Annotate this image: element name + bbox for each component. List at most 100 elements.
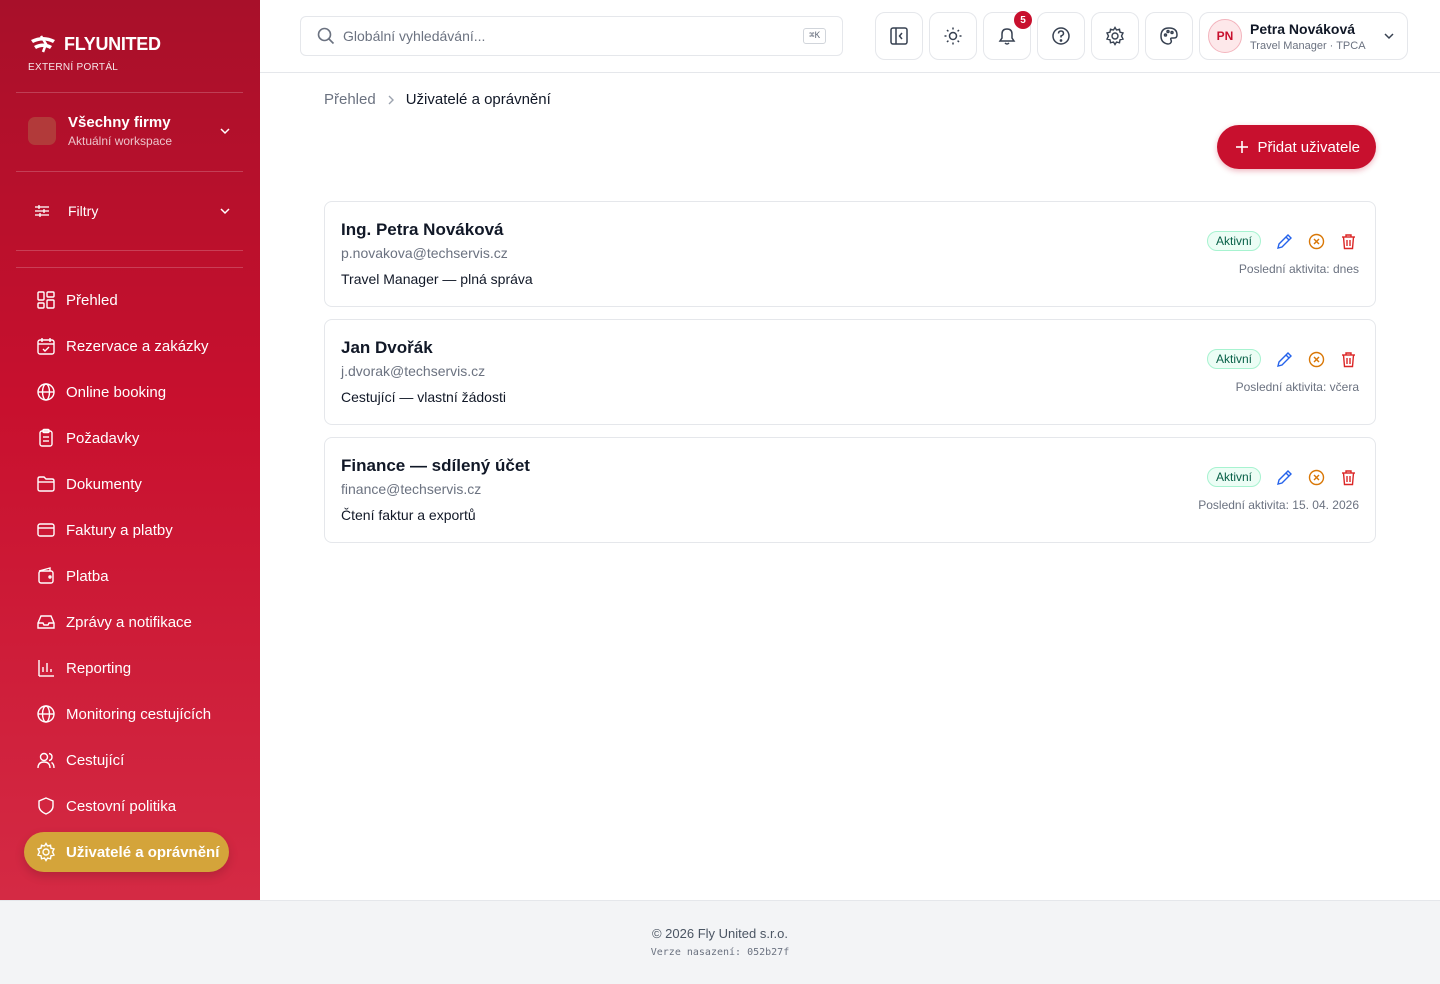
user-menu[interactable]: PN Petra Nováková Travel Manager · TPCA bbox=[1199, 12, 1408, 60]
workspace-switcher[interactable]: Všechny firmy Aktuální workspace bbox=[16, 102, 243, 160]
last-activity: Poslední aktivita: 15. 04. 2026 bbox=[1198, 498, 1359, 512]
deactivate-button[interactable] bbox=[1305, 348, 1327, 370]
bell-icon bbox=[998, 28, 1016, 45]
nav-item-prehled[interactable]: Přehled bbox=[24, 280, 229, 320]
nav-label: Cestovní politika bbox=[66, 797, 177, 815]
appearance-button[interactable] bbox=[1145, 12, 1193, 60]
delete-button[interactable] bbox=[1337, 466, 1359, 488]
nav-item-platba[interactable]: Platba bbox=[24, 556, 229, 596]
credit-card-icon bbox=[37, 523, 55, 537]
deactivate-button[interactable] bbox=[1305, 466, 1327, 488]
palette-icon bbox=[1160, 27, 1178, 45]
deactivate-button[interactable] bbox=[1305, 230, 1327, 252]
gear-icon bbox=[1105, 26, 1125, 46]
nav-item-pozadavky[interactable]: Požadavky bbox=[24, 418, 229, 458]
nav-label: Platba bbox=[66, 567, 109, 585]
plane-logo-icon bbox=[31, 35, 55, 53]
nav-label: Požadavky bbox=[66, 429, 140, 447]
search-icon bbox=[317, 27, 335, 45]
divider bbox=[16, 171, 243, 172]
nav-item-reporting[interactable]: Reporting bbox=[24, 648, 229, 688]
sliders-icon bbox=[35, 205, 49, 217]
settings-button[interactable] bbox=[1091, 12, 1139, 60]
inbox-icon bbox=[37, 615, 55, 629]
pencil-icon bbox=[1276, 351, 1292, 367]
folder-icon bbox=[37, 476, 55, 492]
nav-item-cestovni-politika[interactable]: Cestovní politika bbox=[24, 786, 229, 826]
user-name: Petra Nováková bbox=[1250, 20, 1356, 37]
calendar-check-icon bbox=[37, 338, 55, 355]
breadcrumb: Přehled Uživatelé a oprávnění bbox=[324, 91, 551, 108]
edit-button[interactable] bbox=[1273, 466, 1295, 488]
delete-button[interactable] bbox=[1337, 230, 1359, 252]
panel-left-icon bbox=[890, 27, 908, 45]
divider bbox=[16, 250, 243, 251]
nav-item-uzivatele[interactable]: Uživatelé a oprávnění bbox=[24, 832, 229, 872]
divider bbox=[16, 267, 243, 268]
help-button[interactable] bbox=[1037, 12, 1085, 60]
nav-label: Dokumenty bbox=[66, 475, 142, 493]
nav-label: Přehled bbox=[66, 291, 118, 309]
nav-label: Cestující bbox=[66, 751, 125, 769]
search-shortcut: ⌘K bbox=[803, 28, 826, 44]
sidebar-toggle-button[interactable] bbox=[875, 12, 923, 60]
user-card: Finance — sdílený účet finance@techservi… bbox=[324, 437, 1376, 543]
nav-item-online-booking[interactable]: Online booking bbox=[24, 372, 229, 412]
edit-button[interactable] bbox=[1273, 348, 1295, 370]
filters-toggle[interactable]: Filtry bbox=[16, 190, 243, 232]
chevron-down-icon bbox=[220, 208, 230, 215]
trash-icon bbox=[1341, 233, 1355, 249]
workspace-title: Všechny firmy bbox=[68, 114, 171, 131]
notification-count-badge: 5 bbox=[1014, 11, 1032, 29]
search-input[interactable] bbox=[343, 28, 783, 44]
trash-icon bbox=[1341, 469, 1355, 485]
nav-item-zpravy[interactable]: Zprávy a notifikace bbox=[24, 602, 229, 642]
edit-button[interactable] bbox=[1273, 230, 1295, 252]
workspace-subtitle: Aktuální workspace bbox=[68, 134, 173, 148]
wallet-icon bbox=[38, 567, 54, 584]
user-list: Ing. Petra Nováková p.novakova@techservi… bbox=[324, 201, 1376, 555]
delete-button[interactable] bbox=[1337, 348, 1359, 370]
nav-item-faktury[interactable]: Faktury a platby bbox=[24, 510, 229, 550]
nav-label: Zprávy a notifikace bbox=[66, 613, 192, 631]
status-badge: Aktivní bbox=[1206, 467, 1261, 487]
bar-chart-icon bbox=[38, 660, 54, 677]
workspace-avatar bbox=[28, 117, 56, 145]
trash-icon bbox=[1341, 351, 1355, 367]
last-activity: Poslední aktivita: dnes bbox=[1238, 262, 1359, 276]
nav-label: Faktury a platby bbox=[66, 521, 173, 539]
clipboard-icon bbox=[39, 428, 53, 447]
nav-item-rezervace[interactable]: Rezervace a zakázky bbox=[24, 326, 229, 366]
globe-icon bbox=[37, 705, 55, 723]
nav-label: Monitoring cestujících bbox=[66, 705, 212, 723]
gear-icon bbox=[36, 842, 56, 862]
global-search[interactable]: ⌘K bbox=[300, 16, 843, 56]
main-content: Přehled Uživatelé a oprávnění Přidat uži… bbox=[260, 73, 1440, 900]
avatar: PN bbox=[1208, 19, 1242, 53]
add-user-button[interactable]: Přidat uživatele bbox=[1217, 125, 1376, 169]
filters-label: Filtry bbox=[68, 203, 99, 219]
nav-item-monitoring[interactable]: Monitoring cestujících bbox=[24, 694, 229, 734]
add-user-label: Přidat uživatele bbox=[1257, 138, 1360, 156]
brand-logo[interactable]: FLYUNITED EXTERNÍ PORTÁL bbox=[28, 32, 161, 74]
nav-item-cestujici[interactable]: Cestující bbox=[24, 740, 229, 780]
pencil-icon bbox=[1276, 469, 1292, 485]
nav-label: Reporting bbox=[66, 659, 132, 677]
nav-item-dokumenty[interactable]: Dokumenty bbox=[24, 464, 229, 504]
users-icon bbox=[37, 752, 55, 769]
status-badge: Aktivní bbox=[1206, 349, 1261, 369]
divider bbox=[16, 92, 243, 93]
notifications-button[interactable]: 5 bbox=[983, 11, 1032, 60]
chevron-right-icon bbox=[385, 94, 397, 106]
x-circle-icon bbox=[1308, 351, 1324, 367]
sun-icon bbox=[944, 27, 962, 45]
brand-name: FLYUNITED bbox=[64, 33, 161, 54]
breadcrumb-home-link[interactable]: Přehled bbox=[324, 91, 376, 108]
user-card: Ing. Petra Nováková p.novakova@techservi… bbox=[324, 201, 1376, 307]
theme-toggle-button[interactable] bbox=[929, 12, 977, 60]
user-role: Travel Manager · TPCA bbox=[1250, 39, 1366, 52]
chevron-down-icon bbox=[1384, 33, 1394, 40]
x-circle-icon bbox=[1308, 233, 1324, 249]
breadcrumb-current: Uživatelé a oprávnění bbox=[405, 91, 551, 108]
footer-copyright: © 2026 Fly United s.r.o. bbox=[651, 926, 789, 941]
